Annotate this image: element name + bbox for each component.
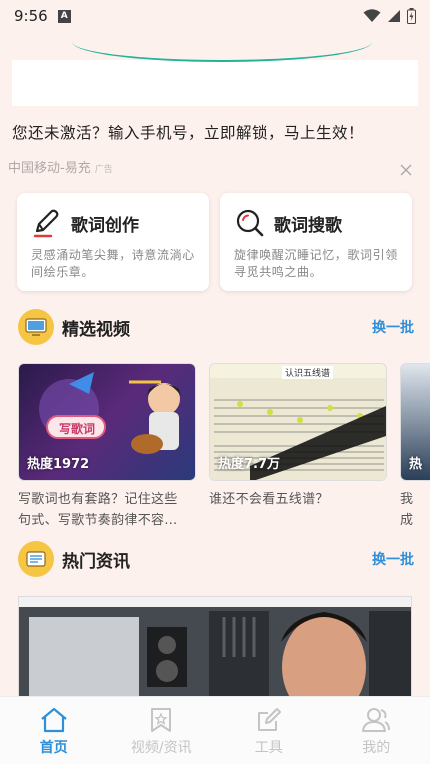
- feature-title: 歌词创作: [71, 215, 139, 236]
- video-title: 我 成: [400, 489, 430, 531]
- nav-tools[interactable]: 工具: [215, 697, 323, 764]
- news-image[interactable]: [18, 596, 412, 706]
- user-icon: [362, 708, 391, 732]
- ad-headline[interactable]: 您还未激活？输入手机号，立即解锁，马上生效！: [12, 121, 364, 143]
- refresh-videos-button[interactable]: 换一批: [372, 317, 414, 337]
- close-icon[interactable]: [396, 160, 416, 180]
- edit-icon: [257, 708, 281, 731]
- video-heat: 热度7.7万: [218, 457, 281, 472]
- ad-banner-arc: [72, 42, 372, 62]
- ad-source-name: 中国移动-易充: [8, 161, 91, 176]
- lyrics-search-card[interactable]: 歌词搜歌 旋律唤醒沉睡记忆，歌词引领寻觅共鸣之曲。: [220, 193, 412, 291]
- status-icons: [363, 8, 416, 24]
- video-heat: 热: [409, 457, 423, 472]
- video-title: 写歌词也有套路？记住这些 句式、写歌节奏韵律不容…: [18, 489, 196, 531]
- status-bar: 9:56 A: [0, 0, 430, 32]
- video-heat: 热度1972: [27, 457, 90, 472]
- video-thumbnail: 认识五线谱 热度7.7万: [209, 363, 387, 481]
- notification-a-icon: A: [57, 9, 71, 23]
- feature-desc: 灵感涌动笔尖舞，诗意流淌心间绘乐章。: [31, 248, 195, 279]
- search-icon: [234, 207, 266, 239]
- bookmark-icon: [151, 708, 172, 732]
- nav-label: 我的: [362, 740, 391, 756]
- nav-profile[interactable]: 我的: [323, 697, 430, 764]
- video-title-line: 写歌词也有套路？记住这些: [18, 492, 178, 507]
- section-title: 精选视频: [62, 319, 130, 340]
- news-section-icon: [18, 541, 54, 577]
- nav-videos[interactable]: 视频/资讯: [108, 697, 216, 764]
- nav-label: 首页: [39, 740, 68, 756]
- ad-tag: 广告: [94, 165, 113, 175]
- status-time: 9:56: [14, 7, 48, 25]
- video-card[interactable]: 认识五线谱 热度7.7万 谁还不会看五线谱？: [209, 363, 387, 510]
- video-thumbnail: 热: [400, 363, 430, 481]
- video-title: 谁还不会看五线谱？: [209, 489, 387, 510]
- video-card[interactable]: 热 我 成: [400, 363, 430, 531]
- ad-source: 中国移动-易充 广告: [8, 157, 113, 176]
- feature-desc: 旋律唤醒沉睡记忆，歌词引领寻觅共鸣之曲。: [234, 248, 398, 279]
- nav-home[interactable]: 首页: [0, 697, 108, 764]
- pen-icon: [31, 207, 63, 239]
- news-section-header: 热门资讯 换一批: [18, 541, 414, 577]
- lyrics-create-card[interactable]: 歌词创作 灵感涌动笔尖舞，诗意流淌心间绘乐章。: [17, 193, 209, 291]
- feature-title: 歌词搜歌: [274, 215, 342, 236]
- refresh-news-button[interactable]: 换一批: [372, 549, 414, 569]
- video-title-line: 谁还不会看五线谱？: [209, 492, 329, 507]
- signal-icon: [388, 10, 400, 22]
- video-section-icon: [18, 309, 54, 345]
- nav-label: 视频/资讯: [130, 740, 192, 756]
- wifi-icon: [363, 9, 381, 22]
- bottom-nav: 首页 视频/资讯 工具 我的: [0, 696, 430, 764]
- ad-banner[interactable]: [12, 60, 418, 106]
- battery-icon: [407, 8, 416, 24]
- video-card[interactable]: 写歌词 热度1972 写歌词也有套路？记住这些 句式、写歌节奏韵律不容…: [18, 363, 196, 531]
- nav-label: 工具: [254, 740, 283, 756]
- video-title-line: 我: [400, 492, 414, 507]
- video-title-line: 句式、写歌节奏韵律不容…: [18, 513, 178, 528]
- video-thumb-text: 认识五线谱: [282, 366, 334, 379]
- video-title-line: 成: [400, 513, 414, 528]
- home-icon: [41, 707, 67, 733]
- video-thumb-text: 写歌词: [59, 422, 96, 436]
- section-title: 热门资讯: [62, 551, 130, 572]
- videos-section-header: 精选视频 换一批: [18, 309, 414, 345]
- video-thumbnail: 写歌词 热度1972: [18, 363, 196, 481]
